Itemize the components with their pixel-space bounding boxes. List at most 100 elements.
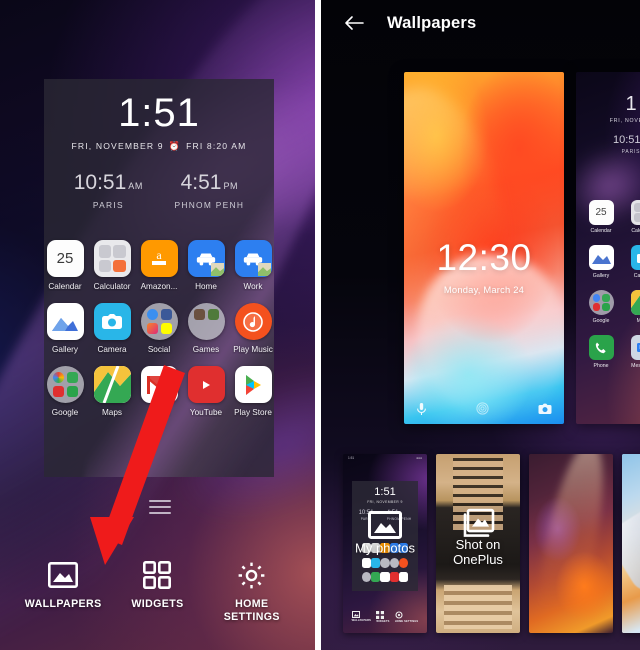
calculator-icon xyxy=(93,240,131,277)
gear-icon xyxy=(206,558,298,592)
nav-label: WIDGETS xyxy=(131,598,184,610)
preview-app: Messages xyxy=(630,335,640,369)
app-label: Social xyxy=(147,345,171,354)
world-clock-paris: 10:51 AM PARIS xyxy=(74,172,143,210)
app-label: Games xyxy=(192,345,220,354)
world-clock-row: 10:51 AM PARIS 4:51 PM PHNOM PENH xyxy=(44,172,274,210)
social-folder-icon xyxy=(140,303,178,340)
app-gallery[interactable]: Gallery xyxy=(44,303,86,354)
grid-icon xyxy=(111,558,203,592)
preview-clock: 1 FRI, NOVEMB 10:51AM PARIS xyxy=(576,94,640,155)
wallpapers-header: Wallpapers xyxy=(321,0,640,46)
nav-wallpapers[interactable]: WALLPAPERS xyxy=(17,558,109,624)
thumbnail-caption: Shot on OnePlus xyxy=(453,536,503,567)
mini-nav-label: HOME SETTINGS xyxy=(394,620,419,623)
mini-clock-time: 1:51 xyxy=(374,486,396,498)
app-calendar[interactable]: 25 Calendar xyxy=(44,240,86,291)
thumbnail-wallpaper-abstract[interactable] xyxy=(529,454,613,633)
maps-icon xyxy=(630,290,640,315)
camera-icon xyxy=(93,303,131,340)
mini-nav-wallpapers: WALLPAPERS xyxy=(351,610,371,624)
lockscreen-bottom-bar xyxy=(404,401,564,416)
preview-app-row: Gallery Camera xyxy=(588,245,640,279)
preview-app: Google xyxy=(588,290,614,324)
app-row: 25 Calendar Calculator a Amazon... Home … xyxy=(44,240,274,291)
world-clock-city: PHNOM PENH xyxy=(174,200,245,210)
fingerprint-icon[interactable] xyxy=(475,401,490,416)
thumbnail-shot-on-oneplus[interactable]: Shot on OnePlus xyxy=(436,454,520,633)
mini-status-icons: ●●● xyxy=(416,456,422,460)
app-label: Play Store xyxy=(234,408,272,417)
preview-app-grid: 25 Calendar Calculator Gallery xyxy=(588,200,640,380)
wallpaper-preview-lockscreen[interactable]: 12:30 Monday, March 24 xyxy=(404,72,564,424)
thumbnail-caption: My photos xyxy=(355,539,415,555)
messages-icon xyxy=(630,335,640,360)
youtube-icon xyxy=(187,366,225,403)
mini-status-time: 1:51 xyxy=(348,456,355,460)
nav-label: HOME SETTINGS xyxy=(223,598,280,623)
app-camera[interactable]: Camera xyxy=(91,303,133,354)
mic-icon[interactable] xyxy=(416,402,427,416)
play-music-icon xyxy=(234,303,272,340)
app-label: Calculator xyxy=(93,282,131,291)
photo-stack-icon xyxy=(436,508,520,538)
mini-nav-label: WIDGETS xyxy=(376,620,390,623)
lockscreen-date: Monday, March 24 xyxy=(443,284,525,295)
preview-app: Maps xyxy=(630,290,640,324)
app-play-music[interactable]: Play Music xyxy=(232,303,274,354)
world-clock-meridiem: PM xyxy=(223,181,239,191)
app-games-folder[interactable]: Games xyxy=(185,303,227,354)
app-label: Calendar xyxy=(48,282,82,291)
app-youtube[interactable]: YouTube xyxy=(185,366,227,417)
wallpaper-preview-homescreen[interactable]: 1 FRI, NOVEMB 10:51AM PARIS 25 Calendar xyxy=(576,72,640,424)
home-screen-editor-panel: 1:51 FRI, NOVEMBER 9 ⏰ FRI 8:20 AM 10:51… xyxy=(0,0,315,650)
image-icon xyxy=(343,510,427,539)
mini-nav-home-settings: HOME SETTINGS xyxy=(394,610,419,623)
app-social-folder[interactable]: Social xyxy=(138,303,180,354)
image-icon xyxy=(17,558,109,592)
camera-icon xyxy=(630,245,640,270)
games-folder-icon xyxy=(187,303,225,340)
maps-home-shortcut-icon xyxy=(187,240,225,277)
app-google-folder[interactable]: Google xyxy=(44,366,86,417)
app-play-store[interactable]: Play Store xyxy=(232,366,274,417)
app-amazon[interactable]: a Amazon... xyxy=(138,240,180,291)
amazon-icon: a xyxy=(140,240,178,277)
gallery-icon xyxy=(46,303,84,340)
app-home-shortcut[interactable]: Home xyxy=(185,240,227,291)
google-folder-icon xyxy=(588,290,614,315)
preview-app-label: Maps xyxy=(636,318,640,324)
app-calculator[interactable]: Calculator xyxy=(91,240,133,291)
preview-app-label: Phone xyxy=(593,363,609,369)
app-label: Amazon... xyxy=(140,282,178,291)
preview-world-city: PARIS xyxy=(621,149,640,155)
calculator-icon xyxy=(630,200,640,225)
preview-app-row: Google Maps xyxy=(588,290,640,324)
stairs-steps xyxy=(444,585,512,629)
world-clock-time: 4:51 xyxy=(180,171,222,194)
thumbnail-my-photos[interactable]: 1:51 ●●● 1:51 FRI, NOVEMBER 9 10:51 PARI… xyxy=(343,454,427,633)
mini-nav-widgets: WIDGETS xyxy=(376,610,390,623)
preview-app-label: Calendar xyxy=(590,228,612,234)
calendar-icon: 25 xyxy=(46,240,84,277)
camera-icon[interactable] xyxy=(538,403,552,415)
app-maps[interactable]: Maps xyxy=(91,366,133,417)
world-clock-time: 10:51 xyxy=(73,171,127,194)
preview-app: Camera xyxy=(630,245,640,279)
mini-status-bar: 1:51 ●●● xyxy=(343,456,427,460)
app-work-shortcut[interactable]: Work xyxy=(232,240,274,291)
thumbnail-wallpaper-device[interactable] xyxy=(622,454,640,633)
nav-home-settings[interactable]: HOME SETTINGS xyxy=(206,558,298,624)
preview-app-label: Camera xyxy=(633,273,640,279)
mini-clock-date: FRI, NOVEMBER 9 xyxy=(367,500,403,504)
mini-nav: WALLPAPERS WIDGETS HOME SETTINGS xyxy=(343,610,427,624)
maps-icon xyxy=(93,366,131,403)
app-gmail[interactable]: Gmail xyxy=(138,366,180,417)
alarm-time: FRI 8:20 AM xyxy=(186,141,247,151)
preview-app-row: 25 Calendar Calculator xyxy=(588,200,640,234)
back-arrow-icon[interactable] xyxy=(343,12,365,34)
screenshot-root: 1:51 FRI, NOVEMBER 9 ⏰ FRI 8:20 AM 10:51… xyxy=(0,0,640,650)
preview-app: Calculator xyxy=(630,200,640,234)
nav-widgets[interactable]: WIDGETS xyxy=(111,558,203,624)
page-handle-icon[interactable] xyxy=(149,500,171,518)
